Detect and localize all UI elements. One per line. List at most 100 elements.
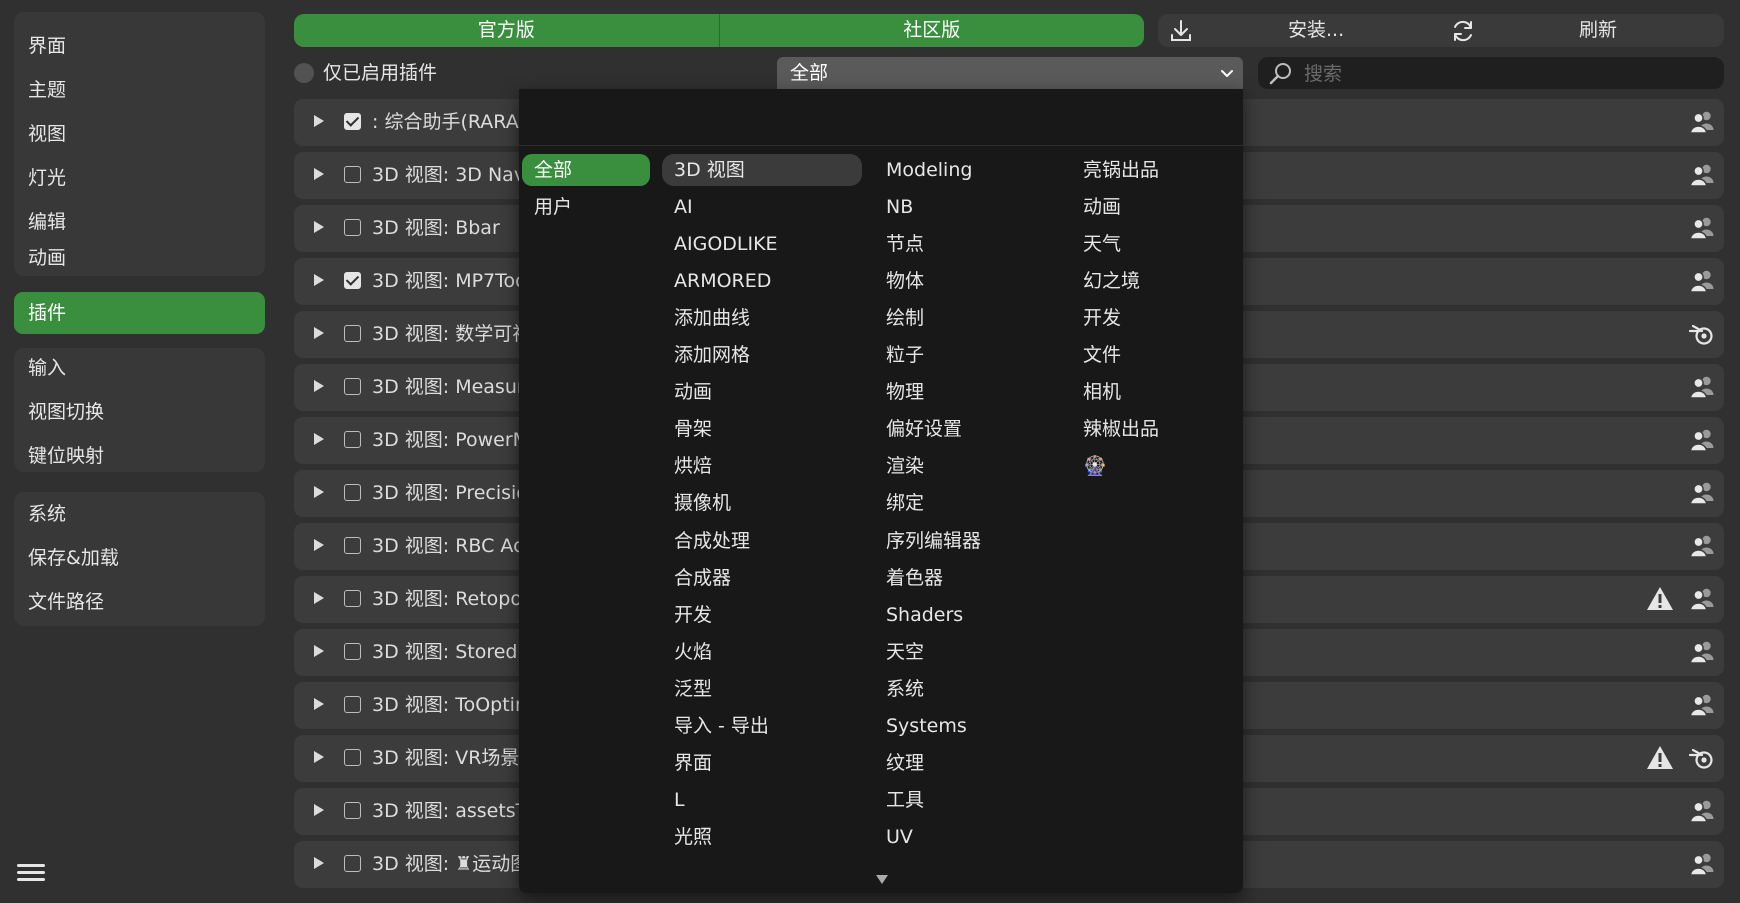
tab-community[interactable]: 社区版 xyxy=(718,14,1145,47)
expand-arrow-icon[interactable] xyxy=(314,698,324,710)
category-menu-item[interactable]: 工具 xyxy=(874,784,1054,816)
expand-arrow-icon[interactable] xyxy=(314,380,324,392)
expand-arrow-icon[interactable] xyxy=(314,857,324,869)
dropdown-search-area[interactable] xyxy=(519,89,1243,146)
category-menu-item[interactable]: 天气 xyxy=(1071,228,1231,260)
category-menu-item[interactable]: 用户 xyxy=(522,191,650,223)
addon-enable-checkbox[interactable] xyxy=(344,855,361,872)
addon-enable-checkbox[interactable] xyxy=(344,378,361,395)
category-menu-item[interactable]: 纹理 xyxy=(874,747,1054,779)
category-menu-item[interactable]: 着色器 xyxy=(874,562,1054,594)
addon-enable-checkbox[interactable] xyxy=(344,802,361,819)
category-menu-item[interactable]: 节点 xyxy=(874,228,1054,260)
category-menu-item[interactable]: 动画 xyxy=(1071,191,1231,223)
category-menu-item[interactable]: UV xyxy=(874,821,1054,853)
category-menu-item[interactable]: 光照 xyxy=(662,821,862,853)
expand-arrow-icon[interactable] xyxy=(314,274,324,286)
expand-arrow-icon[interactable] xyxy=(314,804,324,816)
category-menu-item[interactable]: 动画 xyxy=(662,376,862,408)
sidebar-item-lights[interactable]: 灯光 xyxy=(14,158,265,198)
addon-enable-checkbox[interactable] xyxy=(344,484,361,501)
addon-enable-checkbox[interactable] xyxy=(344,166,361,183)
sidebar-item-editing[interactable]: 编辑 xyxy=(14,202,265,242)
category-menu-item[interactable]: Systems xyxy=(874,710,1054,742)
category-menu-item[interactable]: NB xyxy=(874,191,1054,223)
category-menu-item[interactable]: 开发 xyxy=(1071,302,1231,334)
hamburger-icon[interactable] xyxy=(17,860,45,884)
category-menu-item[interactable]: 粒子 xyxy=(874,339,1054,371)
expand-arrow-icon[interactable] xyxy=(314,168,324,180)
sidebar-item-system[interactable]: 系统 xyxy=(14,494,265,534)
refresh-icon[interactable] xyxy=(1450,18,1476,44)
sidebar-item-viewport[interactable]: 视图 xyxy=(14,114,265,154)
addon-enable-checkbox[interactable] xyxy=(344,272,361,289)
category-menu-item[interactable]: 摄像机 xyxy=(662,487,862,519)
expand-arrow-icon[interactable] xyxy=(314,433,324,445)
tab-official[interactable]: 官方版 xyxy=(294,14,719,47)
category-menu-item[interactable]: 添加曲线 xyxy=(662,302,862,334)
sidebar-item-keymap[interactable]: 键位映射 xyxy=(14,436,265,476)
category-menu-item[interactable]: ARMORED xyxy=(662,265,862,297)
category-menu-item[interactable]: 序列编辑器 xyxy=(874,525,1054,557)
expand-arrow-icon[interactable] xyxy=(314,751,324,763)
category-menu-item[interactable]: 烘焙 xyxy=(662,450,862,482)
category-menu-item[interactable]: 物体 xyxy=(874,265,1054,297)
category-menu-item[interactable]: Modeling xyxy=(874,154,1054,186)
expand-arrow-icon[interactable] xyxy=(314,486,324,498)
category-menu-item[interactable]: 文件 xyxy=(1071,339,1231,371)
addon-enable-checkbox[interactable] xyxy=(344,643,361,660)
category-menu-item[interactable]: AI xyxy=(662,191,862,223)
category-menu-item[interactable]: 相机 xyxy=(1071,376,1231,408)
category-menu-item[interactable]: 导入 - 导出 xyxy=(662,710,862,742)
expand-arrow-icon[interactable] xyxy=(314,327,324,339)
sidebar-item-animation[interactable]: 动画 xyxy=(14,246,265,274)
addon-enable-checkbox[interactable] xyxy=(344,537,361,554)
category-menu-item[interactable]: 天空 xyxy=(874,636,1054,668)
category-menu-item[interactable]: 添加网格 xyxy=(662,339,862,371)
category-menu-item[interactable]: Shaders xyxy=(874,599,1054,631)
sidebar-item-themes[interactable]: 主题 xyxy=(14,70,265,110)
download-icon[interactable] xyxy=(1168,18,1194,44)
category-menu-item[interactable]: 绑定 xyxy=(874,487,1054,519)
category-menu-item[interactable]: 火焰 xyxy=(662,636,862,668)
category-menu-item[interactable]: 合成处理 xyxy=(662,525,862,557)
category-menu-item[interactable]: 渲染 xyxy=(874,450,1054,482)
category-menu-item[interactable]: 辣椒出品 xyxy=(1071,413,1231,445)
addon-enable-checkbox[interactable] xyxy=(344,696,361,713)
addon-enable-checkbox[interactable] xyxy=(344,590,361,607)
refresh-button[interactable]: 刷新 xyxy=(1579,14,1617,47)
category-menu-item[interactable]: 全部 xyxy=(522,154,650,186)
category-menu-item[interactable]: 偏好设置 xyxy=(874,413,1054,445)
sidebar-item-input[interactable]: 输入 xyxy=(14,348,265,388)
search-input[interactable] xyxy=(1302,57,1706,91)
category-menu-item[interactable]: 幻之境 xyxy=(1071,265,1231,297)
addon-enable-checkbox[interactable] xyxy=(344,219,361,236)
category-menu-item[interactable]: 合成器 xyxy=(662,562,862,594)
sidebar-item-file-paths[interactable]: 文件路径 xyxy=(14,582,265,622)
category-menu-item[interactable]: 物理 xyxy=(874,376,1054,408)
addon-enable-checkbox[interactable] xyxy=(344,749,361,766)
category-menu-item[interactable]: 开发 xyxy=(662,599,862,631)
install-button[interactable]: 安装... xyxy=(1288,14,1344,47)
addon-enable-checkbox[interactable] xyxy=(344,113,361,130)
sidebar-item-navigation[interactable]: 视图切换 xyxy=(14,392,265,432)
category-menu-item[interactable]: 3D 视图 xyxy=(662,154,862,186)
category-menu-item[interactable]: 亮锅出品 xyxy=(1071,154,1231,186)
category-menu-item[interactable]: 🎡 xyxy=(1071,450,1231,482)
scroll-down-arrow-icon[interactable] xyxy=(876,875,888,884)
category-select[interactable]: 全部 xyxy=(777,57,1243,89)
sidebar-item-addons[interactable]: 插件 xyxy=(14,292,265,334)
category-menu-item[interactable]: 绘制 xyxy=(874,302,1054,334)
category-menu-item[interactable]: 界面 xyxy=(662,747,862,779)
category-menu-item[interactable]: 泛型 xyxy=(662,673,862,705)
expand-arrow-icon[interactable] xyxy=(314,645,324,657)
category-menu-item[interactable]: AIGODLIKE xyxy=(662,228,862,260)
addon-enable-checkbox[interactable] xyxy=(344,431,361,448)
sidebar-item-save-load[interactable]: 保存&加载 xyxy=(14,538,265,578)
expand-arrow-icon[interactable] xyxy=(314,221,324,233)
addon-enable-checkbox[interactable] xyxy=(344,325,361,342)
category-menu-item[interactable]: L xyxy=(662,784,862,816)
sidebar-item-interface[interactable]: 界面 xyxy=(14,26,265,66)
expand-arrow-icon[interactable] xyxy=(314,115,324,127)
expand-arrow-icon[interactable] xyxy=(314,539,324,551)
